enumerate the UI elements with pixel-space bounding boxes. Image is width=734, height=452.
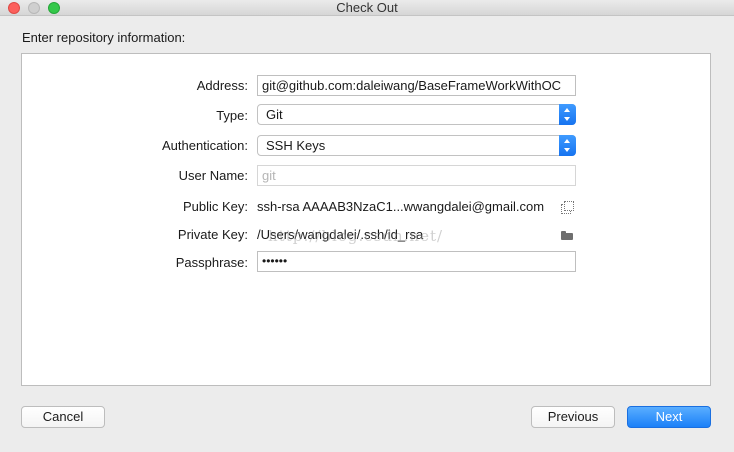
watermark: http://blog.csdn.net/ [268,227,444,245]
username-field[interactable]: git [257,165,576,186]
private-key-label: Private Key: [177,227,248,242]
copy-icon[interactable] [561,201,574,214]
form-panel [21,53,711,386]
next-button[interactable]: Next [627,406,711,428]
address-field[interactable]: git@github.com:daleiwang/BaseFrameWorkWi… [257,75,576,96]
chevron-updown-icon [559,135,576,156]
address-label: Address: [196,78,248,93]
type-select-value: Git [266,107,283,122]
authentication-select[interactable]: SSH Keys [257,135,576,156]
type-select[interactable]: Git [257,104,576,125]
username-label: User Name: [178,168,248,183]
cancel-button[interactable]: Cancel [21,406,105,428]
public-key-label: Public Key: [182,199,248,214]
public-key-value: ssh-rsa AAAAB3NzaC1...wwangdalei@gmail.c… [257,199,545,214]
passphrase-label: Passphrase: [175,255,248,270]
authentication-label: Authentication: [161,138,248,153]
instruction-text: Enter repository information: [22,30,186,45]
passphrase-field[interactable]: •••••• [257,251,576,272]
folder-icon[interactable] [561,231,573,240]
title-bar: Check Out [0,0,734,16]
chevron-updown-icon [559,104,576,125]
authentication-select-value: SSH Keys [266,138,326,153]
window-title: Check Out [336,0,398,15]
type-label: Type: [216,108,248,123]
previous-button[interactable]: Previous [531,406,615,428]
